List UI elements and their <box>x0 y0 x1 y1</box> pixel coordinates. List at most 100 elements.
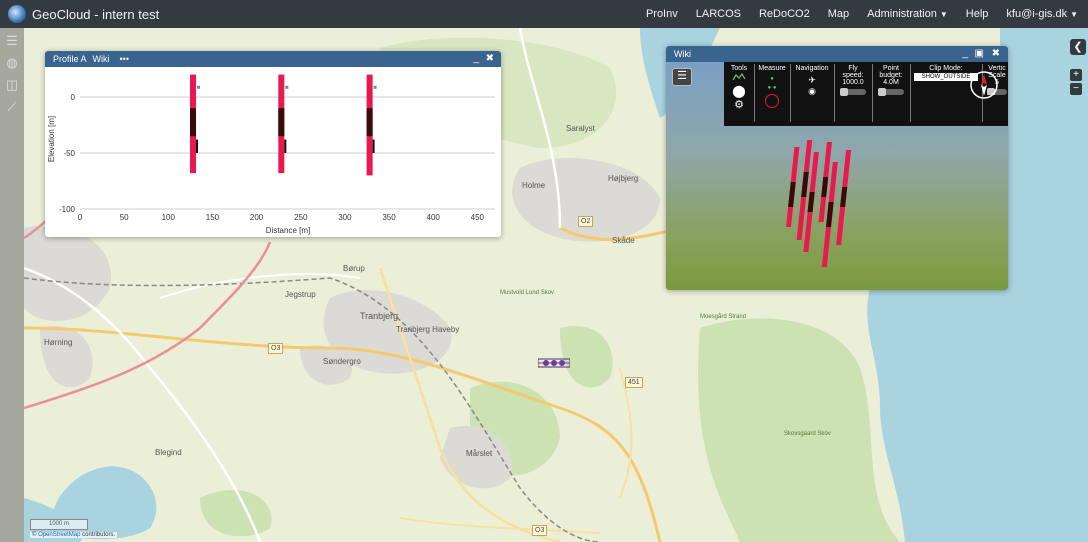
x-tick-label: 50 <box>120 213 129 222</box>
height-profile-icon[interactable] <box>732 72 746 82</box>
fly-speed-slider[interactable] <box>840 88 866 96</box>
x-tick-label: 300 <box>338 213 352 222</box>
osm-link[interactable]: OpenStreetMap <box>38 532 80 538</box>
maximize-icon[interactable]: ▣ <box>975 46 984 62</box>
x-tick-label: 200 <box>250 213 264 222</box>
map-label: Mårslet <box>466 449 493 458</box>
profile-wiki-link[interactable]: Wiki <box>93 54 110 64</box>
navigation-group: Navigation ✈ ◉ <box>794 65 830 97</box>
zoom-out-button[interactable]: − <box>1070 83 1082 95</box>
map-label: Skovsgaard Skov <box>784 431 831 437</box>
distance-measure-icon[interactable]: ● ● <box>758 85 786 91</box>
potree-toolbar: Tools ⬤ ⚙ Measure ● ● ● Navigation ✈ ◉ F… <box>724 62 1008 126</box>
toolbar-divider <box>872 64 873 122</box>
globe-icon[interactable]: ◍ <box>4 56 20 70</box>
clip-box-icon[interactable]: ⚙ <box>728 98 750 111</box>
map-attribution: © OpenStreetMap contributors. <box>30 532 118 538</box>
map-label: Søndergro <box>323 357 361 366</box>
nav-item-proinv[interactable]: ProInv <box>646 8 678 20</box>
close-icon[interactable]: ✖ <box>992 46 1000 62</box>
orbit-mode-icon[interactable]: ◉ <box>794 86 830 97</box>
measure-group: Measure ● ● ● <box>758 65 786 108</box>
compass-icon[interactable] <box>969 70 999 100</box>
left-toolbar: ☰ ◍ ◫ ⟋ <box>0 28 24 542</box>
x-tick-label: 350 <box>382 213 396 222</box>
point-measure-icon[interactable]: ● <box>758 76 786 82</box>
point-budget-label-2: budget: <box>879 72 903 79</box>
well-layer <box>366 108 373 137</box>
well-screen <box>284 139 287 153</box>
fly-speed-label-2: speed: <box>842 72 864 79</box>
x-tick-label: 150 <box>206 213 220 222</box>
tools-label: Tools <box>730 65 748 72</box>
user-email: kfu@i-gis.dk <box>1006 8 1068 20</box>
nav-item-administration[interactable]: Administration ▼ <box>867 8 948 20</box>
app-title: GeoCloud - intern test <box>32 6 160 22</box>
x-tick-label: 450 <box>471 213 485 222</box>
map-label: Blegind <box>155 448 182 457</box>
map-pin-icon[interactable]: ⬤ <box>728 84 750 98</box>
nav-item-help[interactable]: Help <box>966 8 989 20</box>
map-label: Hørning <box>44 338 73 347</box>
3d-viewer[interactable]: ☰ Tools ⬤ ⚙ Measure ● ● ● Navigation ✈ ◉ <box>666 62 1008 290</box>
3d-well-columns <box>786 140 852 267</box>
x-tick-label: 400 <box>427 213 441 222</box>
nav-item-redoco2[interactable]: ReDoCO2 <box>759 8 810 20</box>
layers-menu-icon[interactable]: ☰ <box>4 34 20 48</box>
y-axis-label: Elevation [m] <box>47 116 56 162</box>
y-tick-label: -100 <box>59 205 76 214</box>
well-layer <box>278 108 285 137</box>
point-budget-value: 4.0M <box>883 79 899 86</box>
collapse-panel-icon[interactable]: ❮ <box>1070 39 1086 55</box>
map-label: Moesgård Strand <box>700 314 747 320</box>
well-marker-icon[interactable] <box>538 356 570 370</box>
caret-down-icon: ▼ <box>1070 10 1078 19</box>
map-scale-bar: 1000 m <box>30 519 88 530</box>
point-budget-group: Point budget: 4.0M <box>874 65 908 96</box>
toolbar-divider <box>790 64 791 122</box>
map-label: Tranbjerg Haveby <box>396 325 460 334</box>
minimize-icon[interactable]: _ <box>962 46 968 62</box>
minimize-icon[interactable]: _ <box>473 51 479 67</box>
chart-grid <box>80 96 495 210</box>
sidebar-menu-icon[interactable]: ☰ <box>672 68 692 86</box>
map-label: Saralyst <box>566 124 595 133</box>
more-options-icon[interactable]: ••• <box>120 54 129 64</box>
well-layer <box>190 108 197 137</box>
wiki-panel-title: Wiki <box>674 49 691 59</box>
profile-title: Profile A <box>53 54 87 64</box>
chart-ticks: 0-50-1000 50 100 150 200 250 300 350 400 450 <box>59 93 485 222</box>
profile-panel: Profile A Wiki ••• _ ✖ 0 -50 -100 0 50 100 150… <box>45 51 501 237</box>
brand[interactable]: GeoCloud - intern test <box>8 5 159 23</box>
road-number: 451 <box>625 377 643 388</box>
well-screen <box>372 139 375 153</box>
circle-measure-icon[interactable] <box>765 94 779 108</box>
nav-item-user[interactable]: kfu@i-gis.dk ▼ <box>1006 8 1078 20</box>
wiki-panel-header[interactable]: Wiki _ ▣ ✖ <box>666 46 1008 62</box>
chart-icon[interactable]: ⟋ <box>4 100 20 114</box>
nav-menu: ProInv LARCOS ReDoCO2 Map Administration… <box>628 0 1078 28</box>
cube-icon[interactable]: ◫ <box>4 78 20 92</box>
road-number: O3 <box>268 343 284 354</box>
fly-mode-icon[interactable]: ✈ <box>794 75 830 86</box>
road-number: O3 <box>532 525 548 536</box>
caret-down-icon: ▼ <box>939 10 948 19</box>
map-label: Holme <box>522 181 546 190</box>
water-level-marker <box>373 85 377 89</box>
measure-label: Measure <box>758 65 786 72</box>
point-budget-slider[interactable] <box>878 88 904 96</box>
nav-item-larcos[interactable]: LARCOS <box>696 8 741 20</box>
profile-chart: 0-50-1000 50 100 150 200 250 300 350 400 450 Dist… <box>47 74 495 235</box>
nav-item-map[interactable]: Map <box>828 8 849 20</box>
toolbar-divider <box>910 64 911 122</box>
profile-panel-header[interactable]: Profile A Wiki ••• _ ✖ <box>45 51 501 67</box>
water-level-marker <box>197 85 201 89</box>
y-tick-label: -50 <box>63 149 75 158</box>
point-budget-label-1: Point <box>883 65 899 72</box>
map-label: Højbjerg <box>608 174 639 183</box>
zoom-in-button[interactable]: + <box>1070 69 1082 81</box>
close-icon[interactable]: ✖ <box>486 51 494 67</box>
fly-speed-group: Fly speed: 1000.0 <box>836 65 870 96</box>
map-label: Børup <box>343 264 365 273</box>
navigation-label: Navigation <box>795 65 829 72</box>
